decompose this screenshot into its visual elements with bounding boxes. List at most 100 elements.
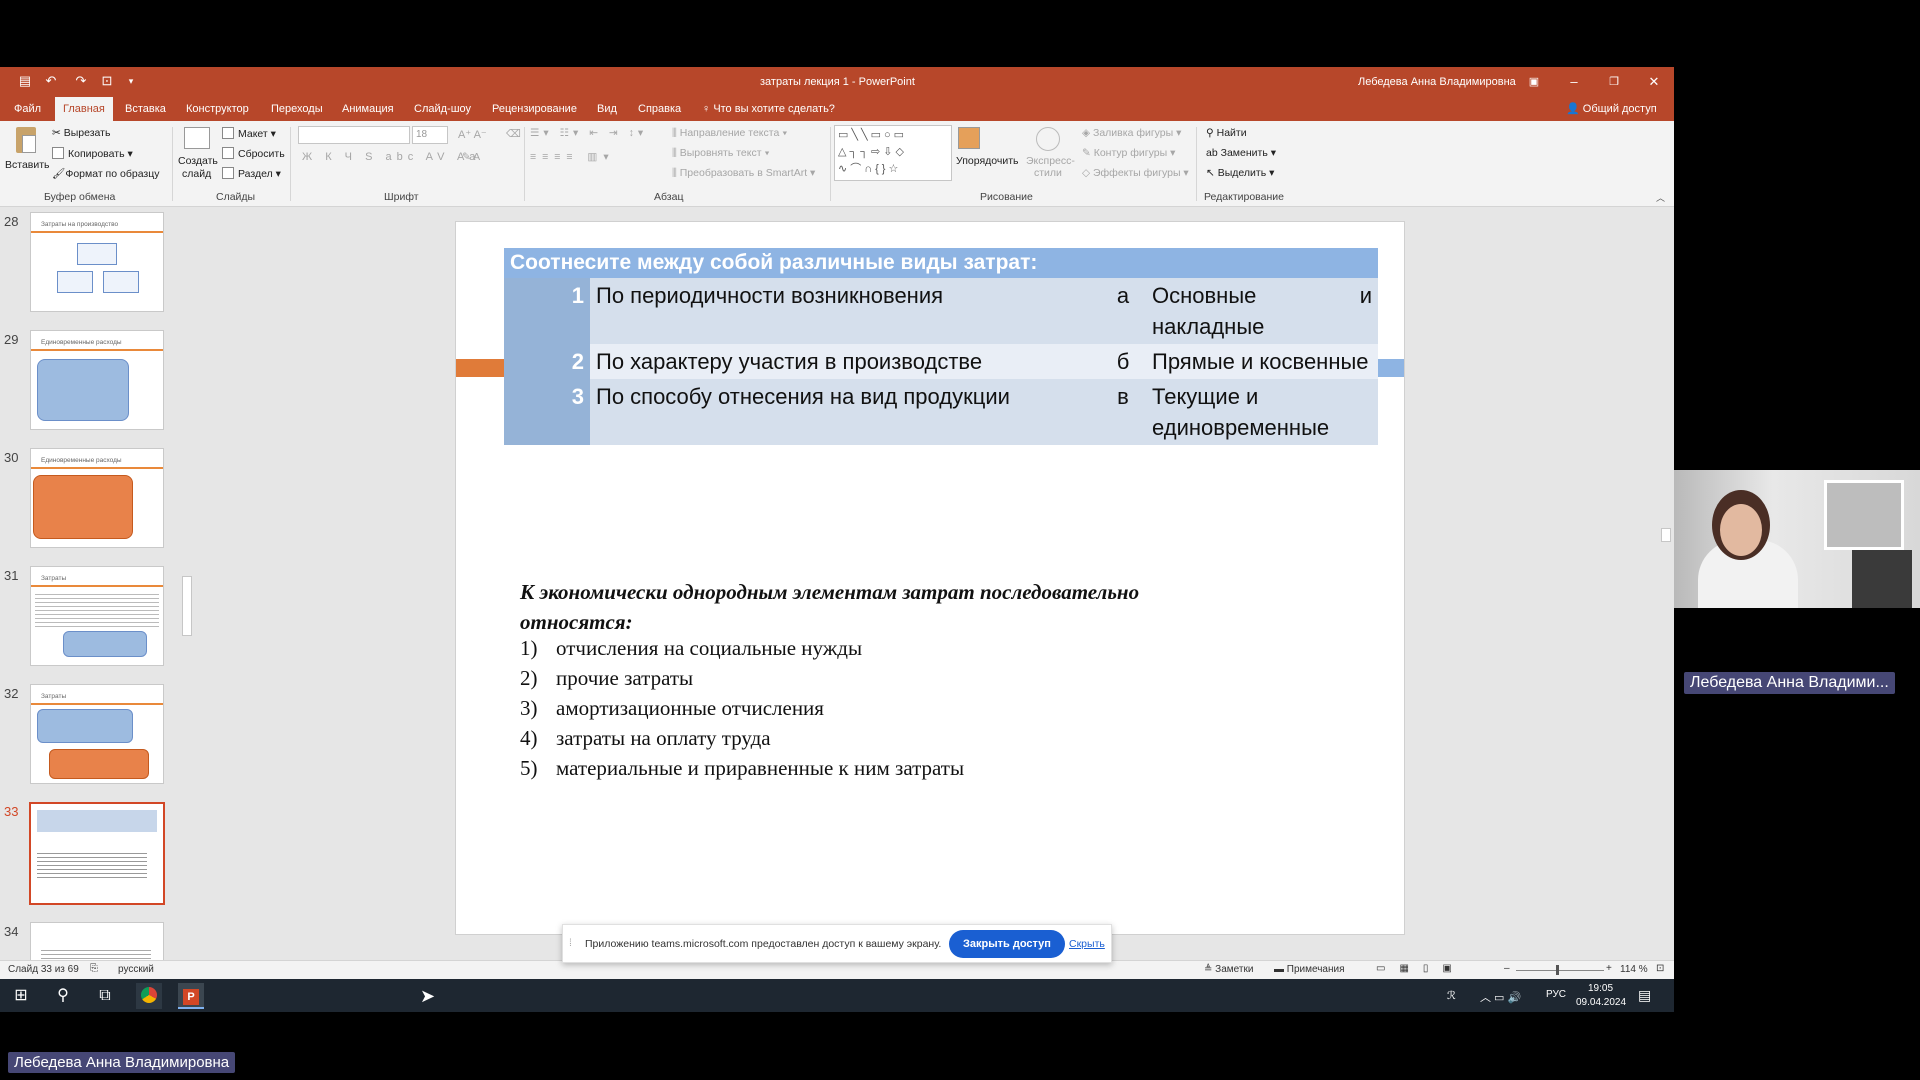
find-button[interactable]: ⚲ Найти (1206, 127, 1247, 139)
tab-slideshow[interactable]: Слайд-шоу (406, 97, 479, 121)
scissors-icon: ✂ (52, 127, 64, 139)
save-icon[interactable]: ▤ (18, 74, 32, 88)
windows-start-icon[interactable]: ⊞ (8, 983, 34, 1009)
minimize-icon[interactable]: – (1554, 67, 1594, 97)
new-slide-button[interactable]: Создать (178, 155, 218, 167)
slide-thumbnail-32[interactable]: Затраты (30, 684, 164, 784)
highlight-icon[interactable]: ✎ A (462, 151, 480, 163)
format-painter-button[interactable]: 🖌Формат по образцу (52, 167, 160, 180)
hide-link[interactable]: Скрыть (1069, 938, 1105, 950)
paste-button[interactable]: Вставить (5, 159, 50, 171)
powerpoint-icon[interactable]: P (178, 983, 204, 1009)
drag-handle-icon[interactable]: ⁞ (569, 937, 572, 949)
slide-canvas[interactable]: Соотнесите между собой различные виды за… (455, 221, 1405, 935)
share-button[interactable]: 👤 Общий доступ (1558, 97, 1665, 121)
slide-thumbnail-29[interactable]: Единовременные расходы (30, 330, 164, 430)
restore-icon[interactable]: ❐ (1594, 67, 1634, 97)
people-icon[interactable]: ℛ (1447, 989, 1456, 1002)
spellcheck-icon[interactable]: ⎘ (90, 963, 98, 974)
slide-thumbnail-31[interactable]: Затраты (30, 566, 164, 666)
slide-scrollbar[interactable] (1660, 208, 1672, 960)
customize-qat-icon[interactable]: ▾ (124, 74, 138, 88)
view-buttons[interactable]: ▭▦▯▣ (1376, 963, 1466, 974)
quick-styles-button-line2[interactable]: стили (1034, 167, 1062, 179)
font-group-label: Шрифт (384, 191, 419, 203)
present-from-start-icon[interactable]: ⊡ (100, 74, 114, 88)
text-direction-button[interactable]: ⫼ Направление текста ▾ (672, 127, 787, 140)
input-language[interactable]: РУС (1546, 989, 1566, 1000)
redo-icon[interactable]: ↷ (74, 74, 88, 88)
notes-button[interactable]: ≜ Заметки (1204, 964, 1253, 975)
stop-sharing-button[interactable]: Закрыть доступ (949, 930, 1065, 958)
font-size-field[interactable]: 18 (412, 126, 448, 144)
search-icon[interactable]: ⚲ (50, 983, 76, 1009)
thumb-scroll-thumb[interactable] (182, 576, 192, 636)
clock-time[interactable]: 19:05 (1588, 983, 1613, 994)
slide-thumbnail-30[interactable]: Единовременные расходы (30, 448, 164, 548)
tab-transitions[interactable]: Переходы (263, 97, 331, 121)
chrome-icon[interactable] (136, 983, 162, 1009)
list-buttons[interactable]: ☰▾ ☷▾ ⇤ ⇥ ↕▾ (530, 127, 647, 139)
thumb-number: 29 (4, 332, 19, 347)
tell-me-search[interactable]: ♀ Что вы хотите сделать? (694, 97, 843, 121)
clock-date[interactable]: 09.04.2024 (1576, 997, 1626, 1008)
zoom-slider-thumb[interactable] (1556, 965, 1559, 975)
fit-slide-icon[interactable]: ⊡ (1656, 963, 1664, 974)
select-button[interactable]: ↖ Выделить ▾ (1206, 167, 1274, 179)
reset-button[interactable]: Сбросить (222, 147, 285, 160)
tab-home[interactable]: Главная (55, 97, 113, 121)
clear-formatting-icon[interactable]: ⌫ (506, 128, 521, 140)
paste-icon[interactable] (8, 125, 44, 155)
zoom-level[interactable]: 114 % (1620, 964, 1648, 975)
smartart-button[interactable]: ⫼ Преобразовать в SmartArt ▾ (672, 167, 815, 180)
undo-icon[interactable]: ↶ (44, 74, 58, 88)
zoom-slider[interactable] (1516, 970, 1604, 971)
tray-icons[interactable]: ︿ ▭ 🔊 (1480, 989, 1521, 1005)
separator (172, 127, 173, 201)
comments-button[interactable]: ▬ Примечания (1274, 964, 1345, 975)
tab-file[interactable]: Файл (6, 97, 49, 121)
ribbon-tabs: Файл Главная Вставка Конструктор Переход… (0, 97, 1674, 121)
slide-thumbnail-33-selected[interactable] (29, 802, 165, 905)
notifications-icon[interactable]: ▤ (1638, 987, 1651, 1004)
quick-styles-button[interactable]: Экспресс- (1026, 155, 1075, 167)
ribbon-display-icon[interactable]: ▣ (1514, 67, 1554, 97)
tab-view[interactable]: Вид (589, 97, 625, 121)
layout-button[interactable]: Макет ▾ (222, 127, 276, 140)
zoom-out-icon[interactable]: – (1504, 963, 1510, 974)
cut-button[interactable]: ✂ Вырезать (52, 127, 110, 139)
grow-font-icon[interactable]: A⁺ A⁻ (458, 128, 487, 141)
font-name-field[interactable] (298, 126, 410, 144)
tab-help[interactable]: Справка (630, 97, 689, 121)
copy-button[interactable]: Копировать ▾ (52, 147, 133, 160)
section-button[interactable]: Раздел ▾ (222, 167, 281, 180)
shape-outline-button[interactable]: ✎ Контур фигуры ▾ (1082, 147, 1175, 159)
tab-animations[interactable]: Анимация (334, 97, 402, 121)
quick-styles-icon[interactable] (1036, 127, 1060, 151)
arrange-button[interactable]: Упорядочить (956, 155, 1018, 167)
language-indicator[interactable]: русский (118, 964, 154, 975)
slide-accent-left (456, 359, 504, 377)
arrange-icon[interactable] (958, 127, 980, 149)
tab-design[interactable]: Конструктор (178, 97, 257, 121)
slide-thumbnail-28[interactable]: Затраты на производство (30, 212, 164, 312)
slide-thumbnail-34[interactable] (30, 922, 164, 960)
tab-review[interactable]: Рецензирование (484, 97, 585, 121)
zoom-in-icon[interactable]: + (1606, 963, 1612, 974)
collapse-ribbon-icon[interactable]: ︿ (1656, 191, 1665, 204)
shape-effects-button[interactable]: ◇ Эффекты фигуры ▾ (1082, 167, 1189, 179)
slide-scroll-thumb[interactable] (1661, 528, 1671, 542)
thumb-scrollbar[interactable] (180, 276, 192, 1012)
font-style-buttons[interactable]: Ж К Ч S abc AV Aa (302, 151, 480, 163)
task-view-icon[interactable]: ⧉ (92, 983, 118, 1009)
new-slide-icon[interactable] (184, 127, 210, 149)
tab-insert[interactable]: Вставка (117, 97, 174, 121)
close-icon[interactable]: ✕ (1634, 67, 1674, 97)
align-text-button[interactable]: ⫼ Выровнять текст ▾ (672, 147, 770, 160)
new-slide-button-line2[interactable]: слайд (182, 168, 211, 180)
align-buttons[interactable]: ≡≡≡≡ ▥▾ (530, 151, 615, 163)
shape-fill-button[interactable]: ◈ Заливка фигуры ▾ (1082, 127, 1181, 139)
shapes-gallery[interactable]: ▭╲╲▭○▭ △┐┐⇨⇩◇ ∿⌒∩{}☆ (834, 125, 952, 181)
comment-icon: ▬ (1274, 964, 1287, 975)
replace-button[interactable]: ab Заменить ▾ (1206, 147, 1276, 159)
